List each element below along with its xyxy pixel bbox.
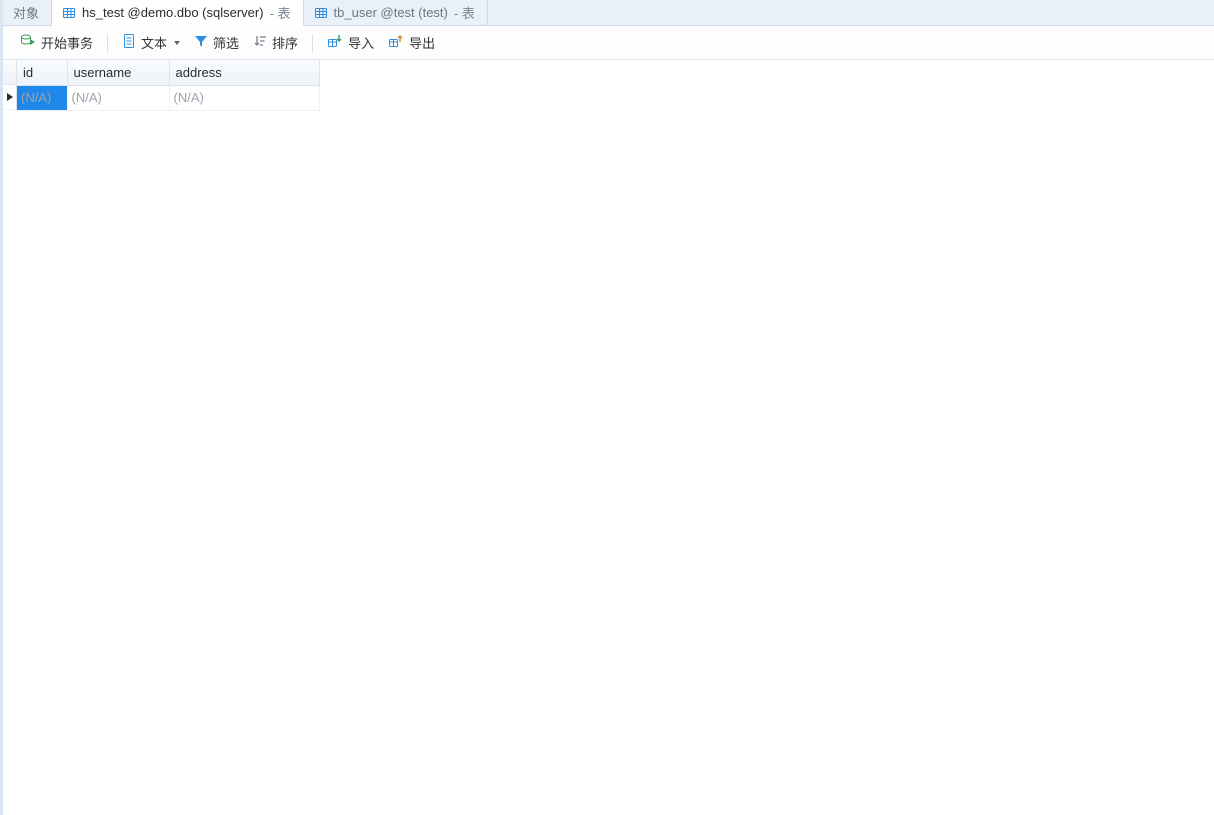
- current-row-icon: [7, 93, 13, 101]
- funnel-icon: [194, 34, 208, 51]
- tabs-bar: 对象 hs_test @demo.dbo (sqlserver) - 表: [3, 0, 1214, 26]
- toolbar-separator: [312, 34, 313, 52]
- toolbar-label: 筛选: [213, 33, 239, 52]
- toolbar: 开始事务 文本 筛选: [3, 26, 1214, 60]
- begin-transaction-button[interactable]: 开始事务: [13, 29, 100, 56]
- export-icon: [388, 34, 404, 51]
- toolbar-separator: [107, 34, 108, 52]
- grid-header-row: id username address: [17, 60, 319, 85]
- column-header-id[interactable]: id: [17, 60, 67, 85]
- toolbar-label: 排序: [272, 33, 298, 52]
- row-gutter: [3, 60, 17, 110]
- tab-label: hs_test @demo.dbo (sqlserver): [82, 5, 264, 20]
- gutter-corner[interactable]: [3, 60, 17, 85]
- import-button[interactable]: 导入: [320, 29, 381, 56]
- chevron-down-icon: [174, 41, 180, 45]
- column-header-username[interactable]: username: [67, 60, 169, 85]
- tab-hs-test[interactable]: hs_test @demo.dbo (sqlserver) - 表: [52, 0, 304, 26]
- data-grid-wrap: id username address (N/A) (N/A) (N/A): [3, 60, 1214, 111]
- tab-tb-user[interactable]: tb_user @test (test) - 表: [304, 0, 488, 25]
- sort-icon: [253, 34, 267, 51]
- tab-suffix: - 表: [454, 3, 475, 22]
- tab-label: 对象: [13, 3, 39, 22]
- toolbar-label: 导入: [348, 33, 374, 52]
- table-icon: [314, 6, 328, 20]
- row-indicator[interactable]: [3, 85, 17, 110]
- cell-username[interactable]: (N/A): [67, 85, 169, 110]
- toolbar-label: 开始事务: [41, 33, 93, 52]
- data-grid: id username address (N/A) (N/A) (N/A): [17, 60, 320, 111]
- sort-button[interactable]: 排序: [246, 29, 305, 56]
- export-button[interactable]: 导出: [381, 29, 442, 56]
- tab-objects[interactable]: 对象: [3, 0, 52, 25]
- play-db-icon: [20, 33, 36, 52]
- document-icon: [122, 33, 136, 52]
- tab-label: tb_user @test (test): [334, 5, 448, 20]
- tab-suffix: - 表: [270, 3, 291, 22]
- cell-address[interactable]: (N/A): [169, 85, 319, 110]
- toolbar-label: 文本: [141, 33, 167, 52]
- toolbar-label: 导出: [409, 33, 435, 52]
- filter-button[interactable]: 筛选: [187, 29, 246, 56]
- table-row[interactable]: (N/A) (N/A) (N/A): [17, 85, 319, 110]
- import-icon: [327, 34, 343, 51]
- text-mode-button[interactable]: 文本: [115, 29, 187, 56]
- cell-id[interactable]: (N/A): [17, 85, 67, 110]
- column-header-address[interactable]: address: [169, 60, 319, 85]
- table-icon: [62, 6, 76, 20]
